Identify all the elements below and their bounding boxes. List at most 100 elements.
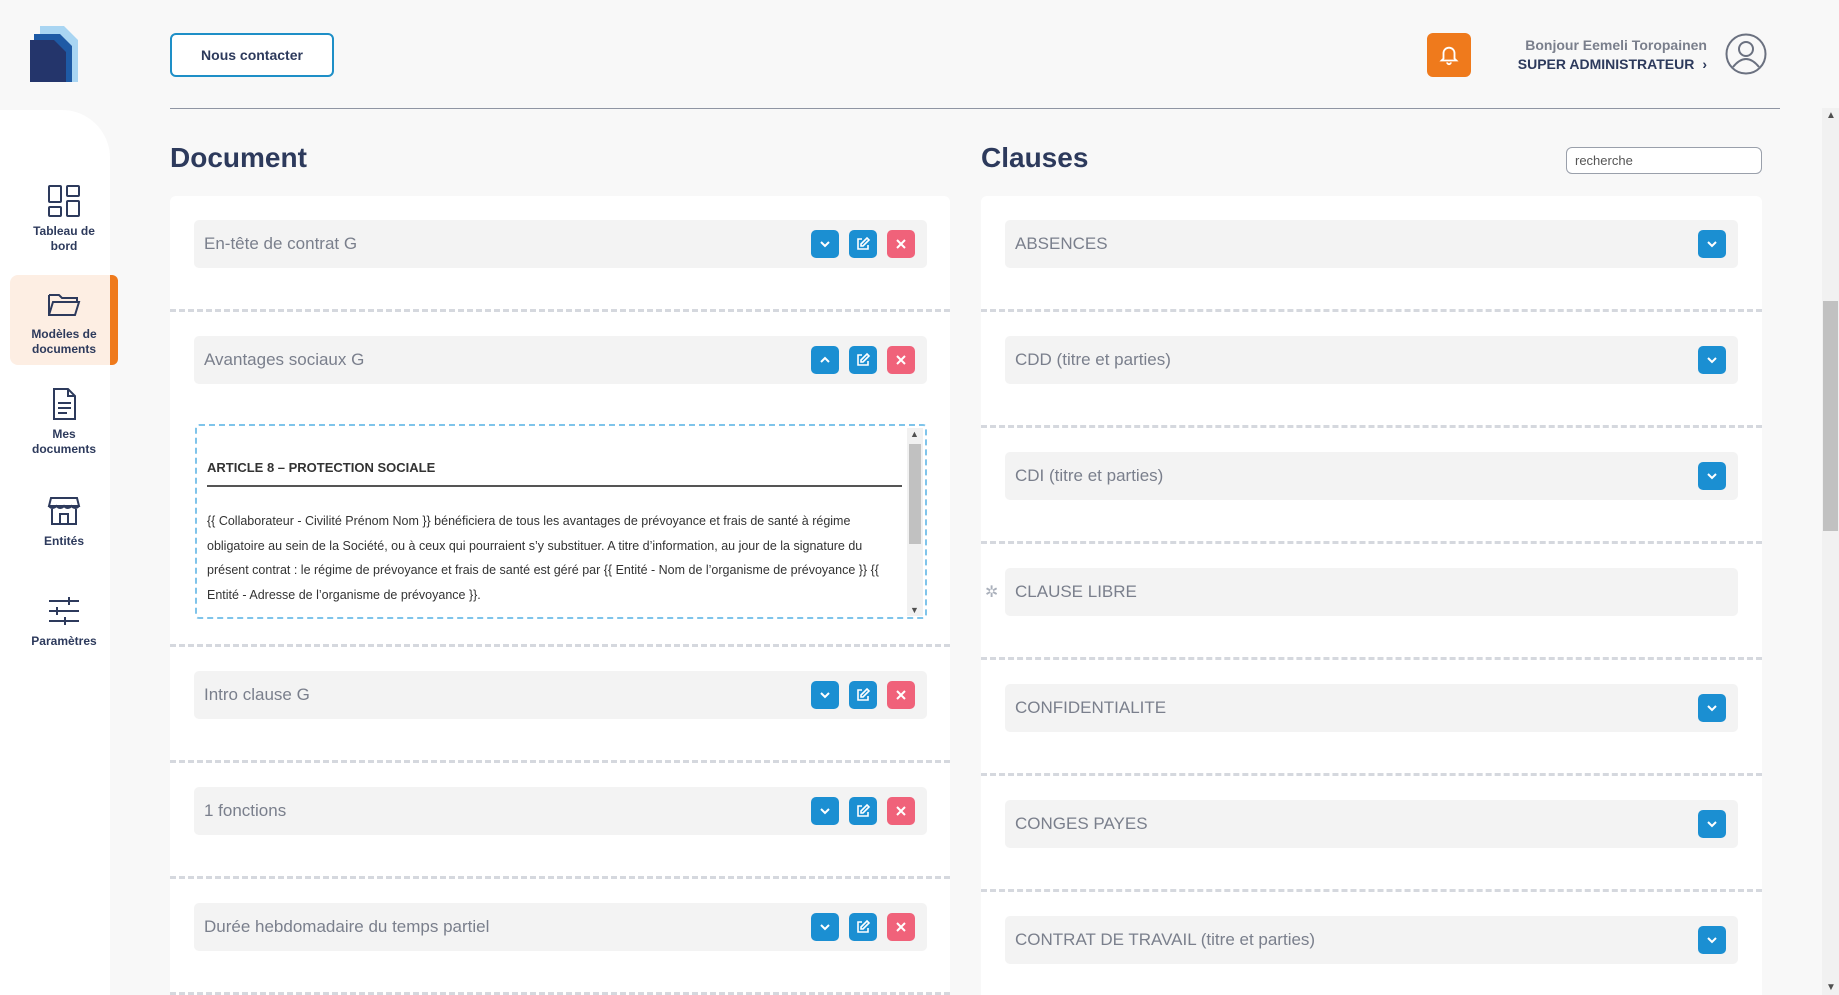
clause-label: CDD (titre et parties) bbox=[1015, 350, 1171, 369]
scroll-down-icon[interactable]: ▼ bbox=[910, 605, 919, 615]
delete-button[interactable] bbox=[887, 797, 915, 825]
user-avatar-icon[interactable] bbox=[1725, 33, 1767, 75]
expand-button[interactable] bbox=[1698, 810, 1726, 838]
section-label: En-tête de contrat G bbox=[204, 234, 358, 253]
app-logo bbox=[30, 26, 78, 82]
collapse-button[interactable] bbox=[811, 346, 839, 374]
sidebar-item-templates[interactable]: Modèles de documents bbox=[10, 275, 118, 365]
scroll-thumb[interactable] bbox=[909, 444, 921, 544]
article-preview[interactable]: ARTICLE 8 – PROTECTION SOCIALE {{ Collab… bbox=[195, 424, 927, 619]
expand-button[interactable] bbox=[811, 681, 839, 709]
clause-row[interactable]: CDD (titre et parties) bbox=[1005, 336, 1738, 384]
close-icon bbox=[896, 239, 906, 249]
close-icon bbox=[896, 355, 906, 365]
chevron-down-icon bbox=[820, 241, 830, 248]
document-section-row[interactable]: Avantages sociaux G bbox=[194, 336, 927, 384]
chevron-down-icon bbox=[1707, 241, 1717, 248]
section-divider bbox=[170, 309, 950, 312]
chevron-down-icon bbox=[820, 924, 830, 931]
sidebar: Tableau de bord Modèles de documents Mes… bbox=[0, 110, 118, 995]
edit-button[interactable] bbox=[849, 230, 877, 258]
close-icon bbox=[896, 806, 906, 816]
article-scrollbar[interactable]: ▲ ▼ bbox=[907, 428, 923, 616]
delete-button[interactable] bbox=[887, 230, 915, 258]
document-section-row[interactable]: Durée hebdomadaire du temps partiel bbox=[194, 903, 927, 951]
document-panel: En-tête de contrat G Avantages sociaux G… bbox=[170, 196, 950, 995]
document-section-row[interactable]: Intro clause G bbox=[194, 671, 927, 719]
delete-button[interactable] bbox=[887, 346, 915, 374]
expand-button[interactable] bbox=[1698, 926, 1726, 954]
page-scrollbar[interactable]: ▲ ▼ bbox=[1822, 108, 1839, 995]
scroll-down-icon[interactable]: ▼ bbox=[1826, 982, 1836, 993]
chevron-down-icon bbox=[1707, 473, 1717, 480]
sidebar-item-my-documents[interactable]: Mes documents bbox=[10, 375, 118, 465]
user-role: SUPER ADMINISTRATEUR bbox=[1517, 56, 1695, 72]
chevron-down-icon bbox=[1707, 821, 1717, 828]
article-title: ARTICLE 8 – PROTECTION SOCIALE bbox=[207, 460, 902, 487]
user-greeting: Bonjour Eemeli Toropainen SUPER ADMINIST… bbox=[1518, 37, 1707, 72]
asterisk-icon: ✲ bbox=[985, 584, 999, 601]
close-icon bbox=[896, 922, 906, 932]
clause-label: CDI (titre et parties) bbox=[1015, 466, 1164, 485]
edit-button[interactable] bbox=[849, 346, 877, 374]
sidebar-item-settings[interactable]: Paramètres bbox=[10, 582, 118, 672]
delete-button[interactable] bbox=[887, 681, 915, 709]
expand-button[interactable] bbox=[1698, 230, 1726, 258]
user-role-link[interactable]: SUPER ADMINISTRATEUR › bbox=[1518, 56, 1707, 72]
chevron-down-icon bbox=[820, 808, 830, 815]
edit-button[interactable] bbox=[849, 913, 877, 941]
scroll-up-icon[interactable]: ▲ bbox=[1826, 110, 1836, 121]
close-icon bbox=[896, 690, 906, 700]
edit-icon bbox=[857, 919, 871, 933]
scroll-thumb[interactable] bbox=[1823, 301, 1838, 531]
document-icon bbox=[53, 388, 76, 420]
delete-button[interactable] bbox=[887, 913, 915, 941]
chevron-right-icon: › bbox=[1702, 56, 1707, 72]
edit-button[interactable] bbox=[849, 681, 877, 709]
header-divider bbox=[170, 108, 1780, 109]
clause-row[interactable]: CLAUSE LIBRE bbox=[1005, 568, 1738, 616]
sidebar-item-entities[interactable]: Entités bbox=[10, 482, 118, 572]
edit-icon bbox=[857, 236, 871, 250]
document-title: Document bbox=[170, 142, 307, 173]
clause-row[interactable]: CDI (titre et parties) bbox=[1005, 452, 1738, 500]
document-section-row[interactable]: En-tête de contrat G bbox=[194, 220, 927, 268]
contact-button[interactable]: Nous contacter bbox=[170, 33, 334, 77]
section-divider bbox=[170, 876, 950, 879]
clause-search-input[interactable] bbox=[1566, 147, 1762, 174]
edit-icon bbox=[857, 803, 871, 817]
document-section-row[interactable]: 1 fonctions bbox=[194, 787, 927, 835]
edit-icon bbox=[857, 352, 871, 366]
clause-label: CONTRAT DE TRAVAIL (titre et parties) bbox=[1015, 930, 1316, 949]
sidebar-item-dashboard[interactable]: Tableau de bord bbox=[10, 172, 118, 262]
article-body: {{ Collaborateur - Civilité Prénom Nom }… bbox=[207, 514, 879, 602]
section-divider bbox=[170, 644, 950, 647]
scroll-up-icon[interactable]: ▲ bbox=[910, 429, 919, 439]
section-label: 1 fonctions bbox=[204, 801, 287, 820]
clause-row[interactable]: CONTRAT DE TRAVAIL (titre et parties) bbox=[1005, 916, 1738, 964]
section-label: Intro clause G bbox=[204, 685, 310, 704]
section-divider bbox=[170, 760, 950, 763]
chevron-down-icon bbox=[1707, 937, 1717, 944]
folder-icon bbox=[48, 294, 81, 316]
sidebar-item-label: Tableau de bord bbox=[33, 224, 95, 253]
greeting-text: Bonjour Eemeli Toropainen bbox=[1525, 37, 1707, 53]
expand-button[interactable] bbox=[1698, 462, 1726, 490]
edit-button[interactable] bbox=[849, 797, 877, 825]
chevron-down-icon bbox=[1707, 705, 1717, 712]
clause-divider bbox=[981, 657, 1762, 660]
clause-row[interactable]: CONFIDENTIALITE bbox=[1005, 684, 1738, 732]
sliders-icon bbox=[49, 597, 79, 625]
expand-button[interactable] bbox=[811, 797, 839, 825]
clause-divider bbox=[981, 541, 1762, 544]
notifications-button[interactable] bbox=[1427, 33, 1471, 77]
expand-button[interactable] bbox=[1698, 346, 1726, 374]
chevron-down-icon bbox=[820, 692, 830, 699]
clauses-title: Clauses bbox=[981, 142, 1089, 173]
expand-button[interactable] bbox=[1698, 694, 1726, 722]
clause-row[interactable]: CONGES PAYES bbox=[1005, 800, 1738, 848]
clause-label: CLAUSE LIBRE bbox=[1015, 582, 1137, 601]
expand-button[interactable] bbox=[811, 230, 839, 258]
clause-row[interactable]: ABSENCES bbox=[1005, 220, 1738, 268]
expand-button[interactable] bbox=[811, 913, 839, 941]
